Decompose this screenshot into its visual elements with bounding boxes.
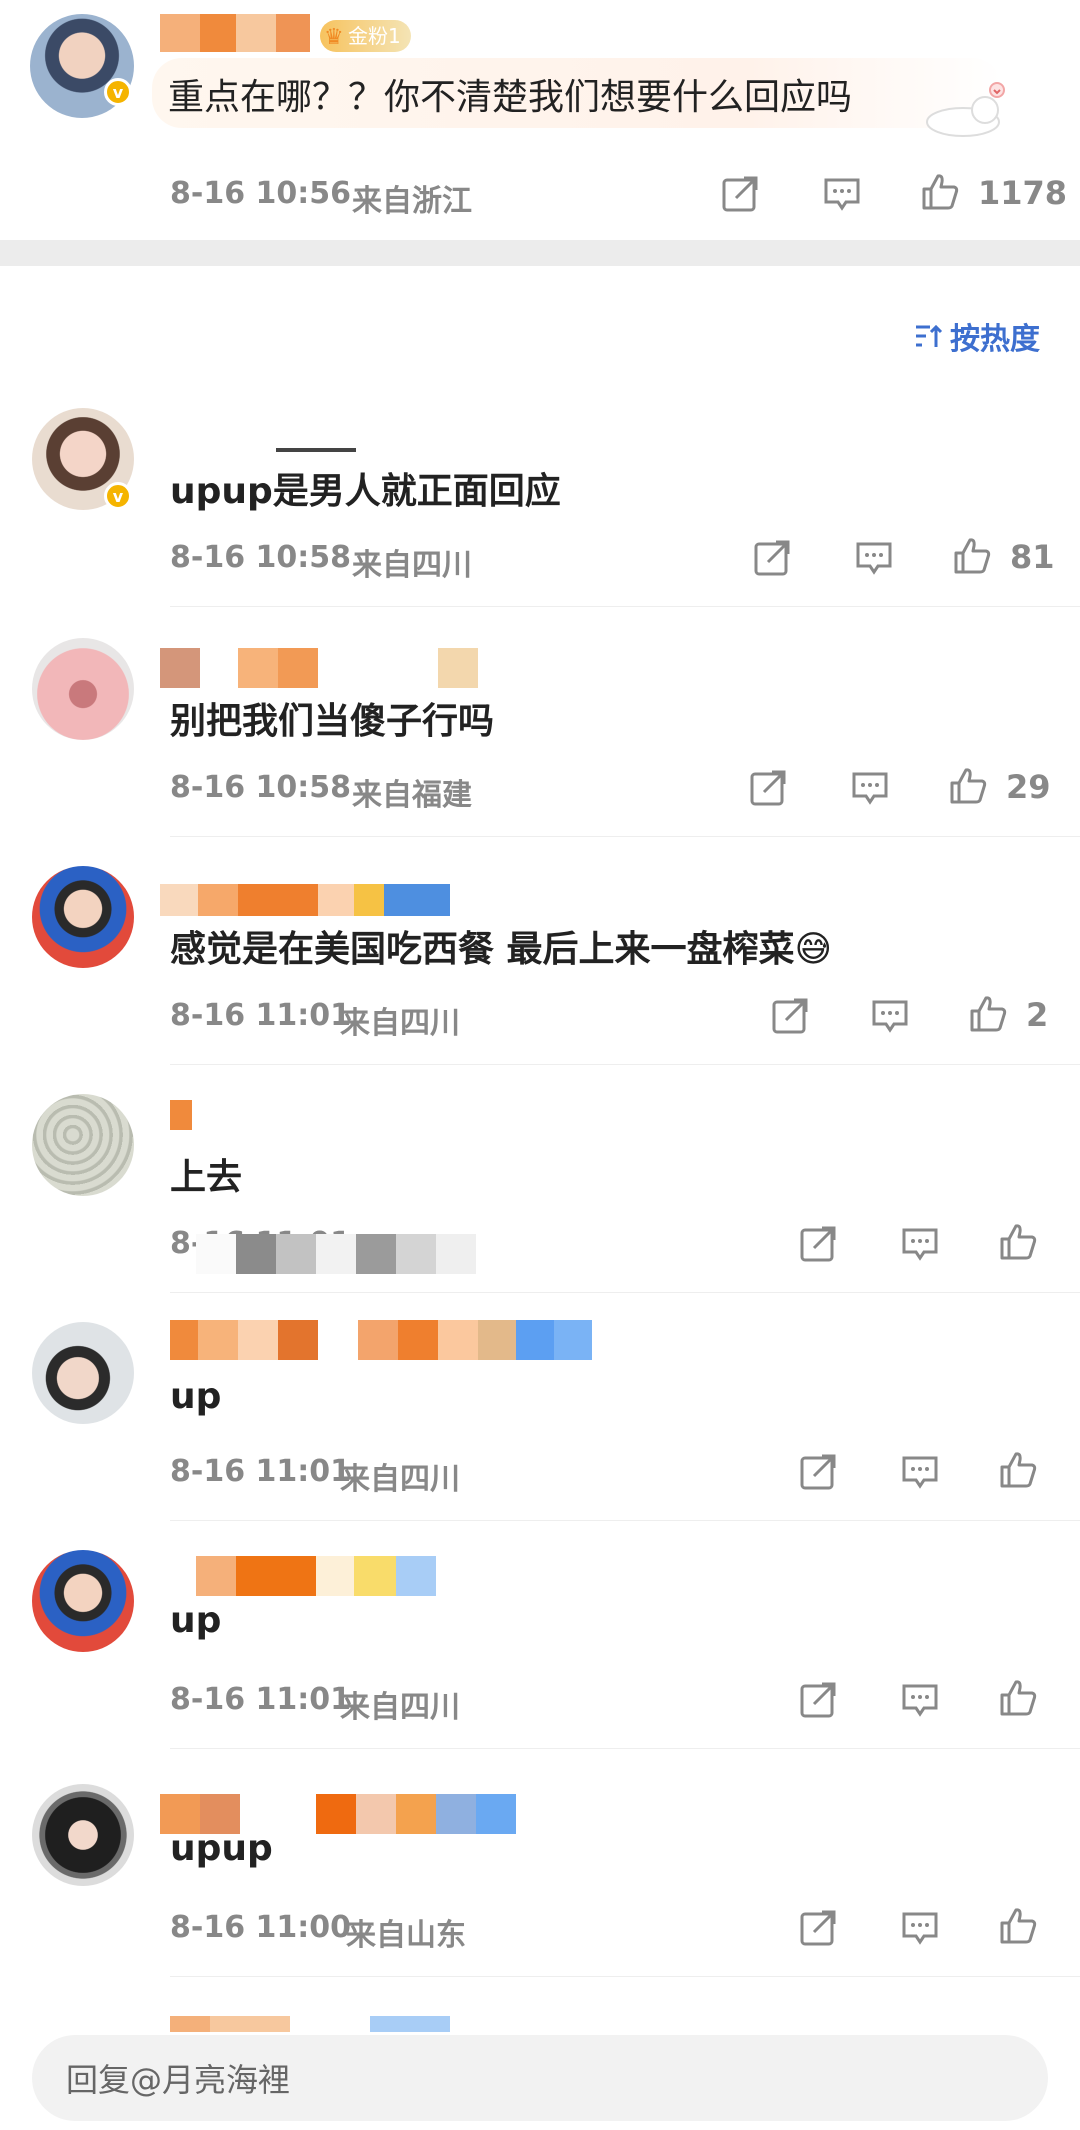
comment-icon[interactable] bbox=[900, 1908, 940, 1948]
metadata-redacted bbox=[196, 1234, 476, 1274]
username-redacted bbox=[170, 1320, 592, 1360]
like-icon[interactable] bbox=[952, 536, 992, 576]
divider bbox=[170, 1748, 1080, 1749]
comment-text: 重点在哪？？你不清楚我们想要什么回应吗 bbox=[168, 77, 853, 118]
avatar[interactable] bbox=[32, 638, 134, 740]
comment-location: 来自四川 bbox=[340, 1690, 460, 1725]
verified-icon: v bbox=[104, 482, 132, 510]
share-icon[interactable] bbox=[798, 1908, 838, 1948]
sort-label: 按热度 bbox=[950, 322, 1040, 357]
comment-text: 上去 bbox=[170, 1157, 243, 1198]
comment-text: upup是男人就正面回应 bbox=[170, 471, 561, 512]
comment-icon[interactable] bbox=[900, 1224, 940, 1264]
comment-icon[interactable] bbox=[900, 1680, 940, 1720]
comment-location: 来自四川 bbox=[352, 548, 472, 583]
like-icon[interactable] bbox=[998, 1450, 1038, 1490]
divider bbox=[170, 606, 1080, 607]
avatar[interactable] bbox=[32, 1322, 134, 1424]
comment-item: up 8-16 11:01 来自四川 bbox=[0, 1314, 1080, 1542]
like-count: 2 bbox=[1026, 996, 1049, 1034]
comment-time: 8-16 11:00 bbox=[170, 1910, 352, 1945]
comment-time: 8-16 11:01 bbox=[170, 1454, 352, 1489]
comment-text: 感觉是在美国吃西餐 最后上来一盘榨菜😅 bbox=[170, 929, 833, 970]
reply-placeholder: 回复@月亮海裡 bbox=[66, 2061, 291, 2099]
comment-item: upup 8-16 11:00 来自山东 bbox=[0, 1770, 1080, 1998]
username-redacted bbox=[160, 648, 480, 688]
like-icon[interactable] bbox=[948, 766, 988, 806]
divider bbox=[170, 1292, 1080, 1293]
divider bbox=[170, 1520, 1080, 1521]
share-icon[interactable] bbox=[720, 174, 760, 214]
like-icon[interactable] bbox=[968, 994, 1008, 1034]
divider bbox=[170, 1064, 1080, 1065]
comment-location: 来自福建 bbox=[352, 778, 472, 813]
top-comment: v ♛ 金粉1 重点在哪？？你不清楚我们想要什么回应吗 8-16 10:56 来… bbox=[0, 0, 1080, 240]
divider bbox=[170, 1976, 1080, 1977]
next-comment-redacted bbox=[170, 2016, 450, 2032]
comment-text: up bbox=[170, 1376, 222, 1417]
like-icon[interactable] bbox=[920, 172, 960, 212]
cat-decoration-icon bbox=[926, 82, 1005, 137]
comment-icon[interactable] bbox=[850, 768, 890, 808]
sort-icon bbox=[916, 324, 943, 347]
username-redacted bbox=[170, 1100, 192, 1130]
verified-icon: v bbox=[104, 78, 132, 106]
comment-location: 来自山东 bbox=[346, 1918, 466, 1953]
username-redacted bbox=[160, 14, 310, 52]
reply-input[interactable]: 回复@月亮海裡 bbox=[32, 2035, 1048, 2121]
share-icon[interactable] bbox=[798, 1680, 838, 1720]
comment-location: 来自四川 bbox=[340, 1462, 460, 1497]
like-count: 81 bbox=[1010, 538, 1055, 576]
sort-by-hot-button[interactable]: 按热度 bbox=[914, 314, 1040, 358]
comment-text: 别把我们当傻子行吗 bbox=[170, 701, 495, 742]
username-redacted bbox=[160, 884, 450, 916]
username-redacted bbox=[276, 448, 356, 452]
comment-location: 来自四川 bbox=[340, 1006, 460, 1041]
comment-time: 8-16 11:01 bbox=[170, 998, 352, 1033]
avatar[interactable] bbox=[32, 866, 134, 968]
username-redacted bbox=[196, 1556, 436, 1596]
fan-badge: ♛ 金粉1 bbox=[320, 20, 411, 52]
share-icon[interactable] bbox=[770, 996, 810, 1036]
share-icon[interactable] bbox=[752, 538, 792, 578]
share-icon[interactable] bbox=[798, 1452, 838, 1492]
like-count: 1178 bbox=[978, 174, 1068, 212]
comment-text: upup bbox=[170, 1828, 273, 1869]
avatar[interactable] bbox=[32, 1094, 134, 1196]
divider bbox=[170, 836, 1080, 837]
comment-time: 8-16 10:56 bbox=[170, 176, 352, 211]
comment-item: 别把我们当傻子行吗 8-16 10:58 来自福建 29 bbox=[0, 630, 1080, 858]
comment-location: 来自浙江 bbox=[352, 184, 472, 219]
like-icon[interactable] bbox=[998, 1906, 1038, 1946]
share-icon[interactable] bbox=[798, 1224, 838, 1264]
like-icon[interactable] bbox=[998, 1678, 1038, 1718]
comment-time: 8-16 10:58 bbox=[170, 770, 352, 805]
comment-icon[interactable] bbox=[822, 174, 862, 214]
share-icon[interactable] bbox=[748, 768, 788, 808]
comment-item: v upup是男人就正面回应 8-16 10:58 来自四川 81 bbox=[0, 400, 1080, 628]
like-count: 29 bbox=[1006, 768, 1051, 806]
avatar[interactable] bbox=[32, 1550, 134, 1652]
section-divider bbox=[0, 240, 1080, 266]
comment-item: 上去 8-16 11:01 来自福建 bbox=[0, 1086, 1080, 1314]
comment-icon[interactable] bbox=[870, 996, 910, 1036]
like-icon[interactable] bbox=[998, 1222, 1038, 1262]
comment-icon[interactable] bbox=[900, 1452, 940, 1492]
comment-item: 感觉是在美国吃西餐 最后上来一盘榨菜😅 8-16 11:01 来自四川 2 bbox=[0, 858, 1080, 1086]
comment-item: up 8-16 11:01 来自四川 bbox=[0, 1542, 1080, 1770]
avatar[interactable] bbox=[32, 1784, 134, 1886]
crown-icon: ♛ bbox=[324, 25, 344, 50]
comment-text: up bbox=[170, 1600, 222, 1641]
comment-icon[interactable] bbox=[854, 538, 894, 578]
comment-time: 8-16 11:01 bbox=[170, 1682, 352, 1717]
comment-time: 8-16 10:58 bbox=[170, 540, 352, 575]
